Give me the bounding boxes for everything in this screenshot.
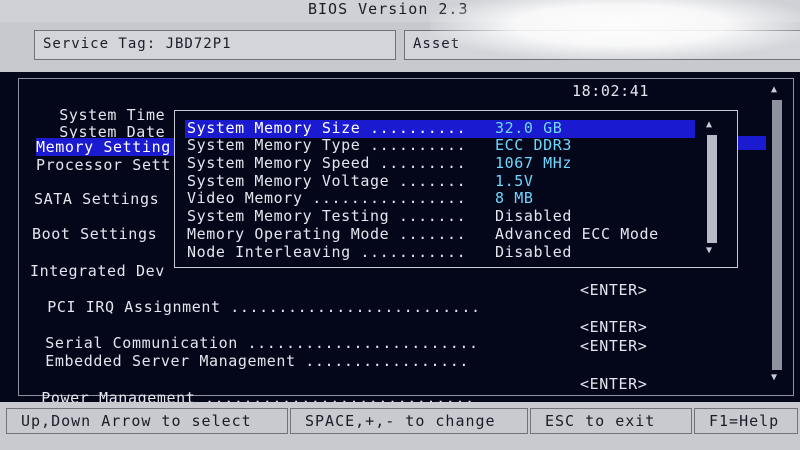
embedded-server-management-label: Embedded Server Management .............…	[45, 352, 470, 370]
popup-row-memory-voltage[interactable]: System Memory Voltage .......	[187, 172, 466, 190]
power-management-enter[interactable]: <ENTER>	[580, 375, 647, 393]
menu-item-sata-settings[interactable]: SATA Settings	[34, 190, 159, 208]
menu-item-boot-settings[interactable]: Boot Settings	[32, 225, 157, 243]
nav-hint: Up,Down Arrow to select	[21, 412, 252, 430]
menu-item-memory-settings[interactable]: Memory Setting	[36, 138, 174, 156]
scroll-up-icon[interactable]: ▲	[771, 84, 777, 95]
main-scroll-highlight	[736, 136, 766, 150]
popup-row-video-memory[interactable]: Video Memory ................	[187, 189, 466, 207]
popup-row-memory-speed[interactable]: System Memory Speed .........	[187, 154, 466, 172]
menu-item-system-date[interactable]: System Date ..	[40, 105, 194, 141]
popup-value-memory-speed: 1067 MHz	[495, 154, 573, 172]
popup-scrollbar[interactable]: ▲ ▼	[705, 119, 719, 259]
nav-hint-box: Up,Down Arrow to select	[6, 408, 288, 434]
popup-row-node-interleaving[interactable]: Node Interleaving ...........	[187, 243, 466, 261]
pci-irq-label: PCI IRQ Assignment .....................…	[47, 298, 481, 316]
popup-value-video-memory: 8 MB	[495, 189, 534, 207]
service-tag-box: Service Tag: JBD72P1	[34, 30, 396, 60]
popup-row-memory-operating-mode[interactable]: Memory Operating Mode .......	[187, 225, 466, 243]
popup-scroll-up-icon[interactable]: ▲	[706, 119, 712, 130]
change-hint-box: SPACE,+,- to change	[290, 408, 528, 434]
popup-scroll-track[interactable]	[707, 135, 717, 243]
system-time-value[interactable]: 18:02:41	[572, 82, 649, 100]
menu-item-processor-settings[interactable]: Processor Sett	[36, 156, 171, 174]
popup-row-memory-type[interactable]: System Memory Type ..........	[187, 136, 466, 154]
status-bar: Up,Down Arrow to select SPACE,+,- to cha…	[0, 402, 800, 450]
scroll-down-icon[interactable]: ▼	[771, 372, 777, 383]
service-tag-label: Service Tag: JBD72P1	[43, 36, 232, 52]
change-hint: SPACE,+,- to change	[305, 412, 496, 430]
popup-value-memory-operating-mode[interactable]: Advanced ECC Mode	[495, 225, 659, 243]
memory-settings-popup: System Memory Size .......... 32.0 GB Sy…	[174, 110, 738, 268]
popup-value-memory-testing[interactable]: Disabled	[495, 207, 572, 225]
help-hint-box: F1=Help	[694, 408, 798, 434]
serial-communication-enter[interactable]: <ENTER>	[580, 318, 647, 336]
exit-hint-box: ESC to exit	[530, 408, 692, 434]
popup-value-memory-voltage: 1.5V	[495, 172, 534, 190]
main-scrollbar[interactable]: ▲ ▼	[736, 84, 784, 384]
popup-value-node-interleaving[interactable]: Disabled	[495, 243, 572, 261]
menu-item-embedded-server-management[interactable]: Embedded Server Management .............…	[26, 334, 469, 370]
popup-value-memory-type: ECC DDR3	[495, 136, 573, 154]
pci-irq-enter[interactable]: <ENTER>	[580, 281, 647, 299]
screen-glare	[430, 0, 800, 60]
popup-scroll-down-icon[interactable]: ▼	[706, 245, 712, 256]
popup-row-memory-size[interactable]: System Memory Size ..........	[187, 119, 466, 137]
popup-value-memory-size: 32.0 GB	[495, 119, 563, 137]
popup-row-memory-testing[interactable]: System Memory Testing .......	[187, 207, 466, 225]
embedded-server-management-enter[interactable]: <ENTER>	[580, 337, 647, 355]
exit-hint: ESC to exit	[545, 412, 656, 430]
main-scroll-track[interactable]	[772, 100, 782, 370]
menu-item-integrated-devices[interactable]: Integrated Dev	[30, 262, 165, 280]
menu-item-pci-irq[interactable]: PCI IRQ Assignment .....................…	[28, 280, 481, 316]
help-hint: F1=Help	[709, 412, 780, 430]
